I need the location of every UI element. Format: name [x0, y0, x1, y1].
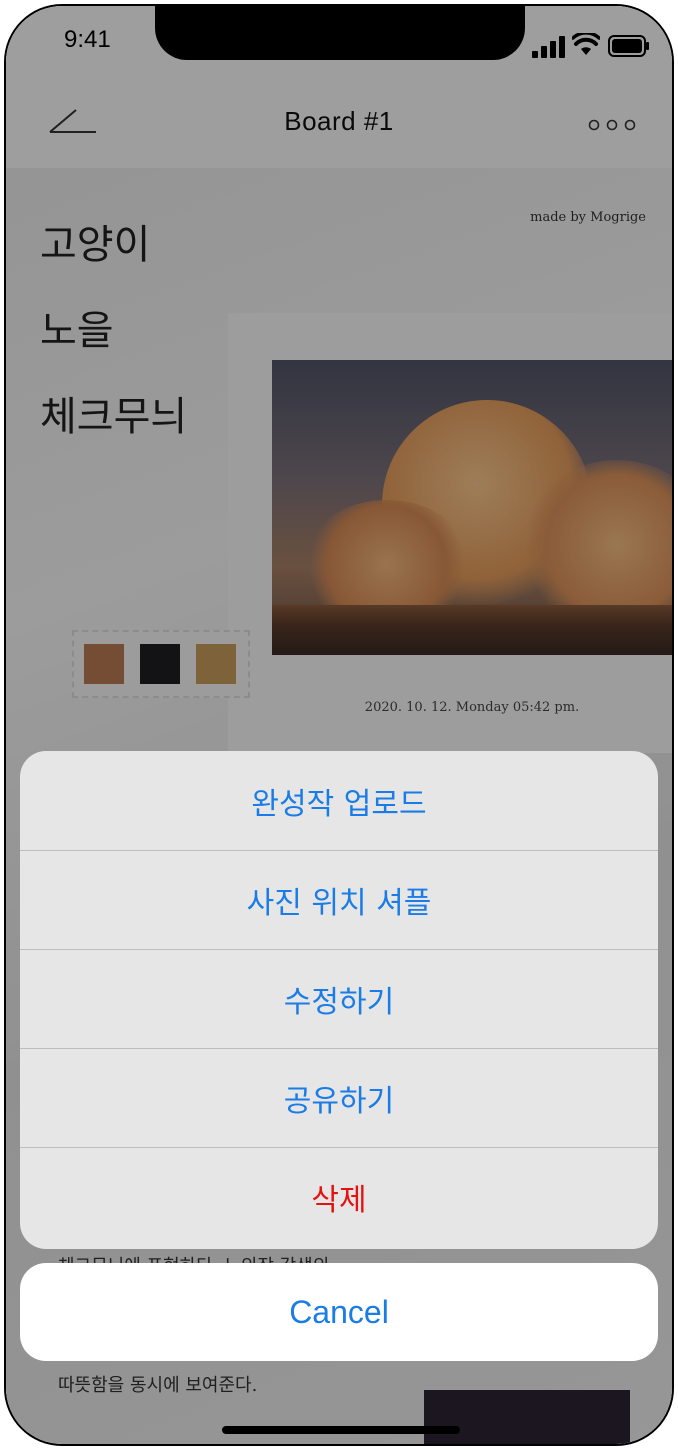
upload-final-button[interactable]: 완성작 업로드 — [20, 751, 658, 850]
edit-button[interactable]: 수정하기 — [20, 949, 658, 1048]
cancel-button[interactable]: Cancel — [20, 1263, 658, 1361]
delete-button[interactable]: 삭제 — [20, 1147, 658, 1246]
phone-frame: 9:41 Board #1 고양이 노을 체크무늬 made by Mogrig… — [4, 4, 674, 1446]
screen: 9:41 Board #1 고양이 노을 체크무늬 made by Mogrig… — [6, 6, 672, 1444]
home-indicator[interactable] — [222, 1426, 460, 1434]
share-button[interactable]: 공유하기 — [20, 1048, 658, 1147]
shuffle-photos-button[interactable]: 사진 위치 셔플 — [20, 850, 658, 949]
action-sheet: 완성작 업로드 사진 위치 셔플 수정하기 공유하기 삭제 — [20, 751, 658, 1249]
